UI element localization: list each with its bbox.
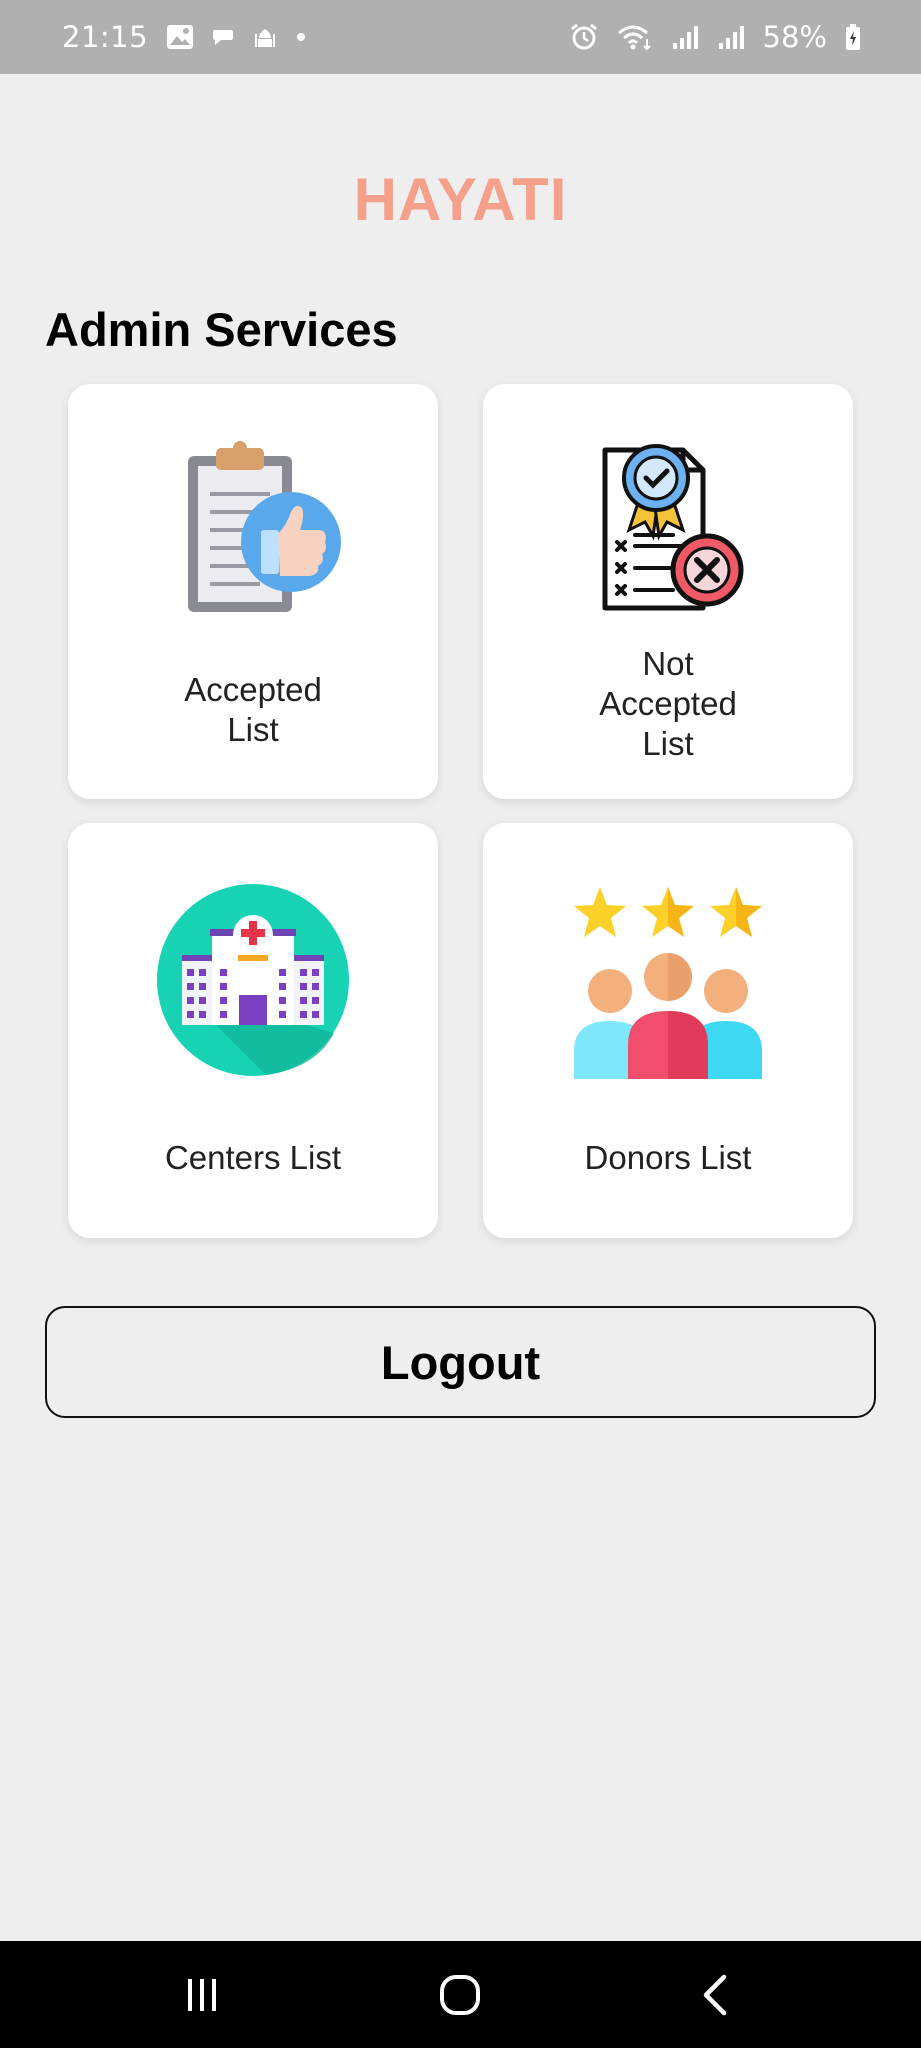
- hospital-icon: [156, 883, 350, 1082]
- status-right: 58%: [569, 20, 861, 54]
- donors-stars-icon: [570, 883, 766, 1084]
- navigation-bar: [0, 1941, 921, 2048]
- battery-icon: [845, 23, 861, 51]
- section-title: Admin Services: [45, 303, 398, 356]
- signal-icon: [671, 23, 699, 51]
- clipboard-thumbs-up-icon: [158, 434, 348, 629]
- donors-list-label: Donors List: [584, 1139, 752, 1176]
- recent-apps-icon[interactable]: [142, 1941, 262, 2048]
- certificate-rejected-icon: [573, 420, 763, 625]
- signal-icon-2: [717, 23, 745, 51]
- home-icon[interactable]: [400, 1941, 520, 2048]
- battery-percent: 58%: [762, 20, 827, 54]
- screen: 21:15 58% HAYATI Admin Services Accepted…: [0, 0, 921, 2048]
- centers-list-card[interactable]: Centers List: [68, 823, 438, 1238]
- logout-button[interactable]: Logout: [45, 1306, 876, 1418]
- not-accepted-list-label-line-1: Not: [642, 645, 694, 682]
- alarm-icon: [569, 22, 599, 52]
- accepted-list-label-line-1: Accepted: [184, 671, 322, 708]
- gallery-icon: [166, 24, 194, 50]
- status-bar: 21:15 58%: [0, 0, 921, 74]
- mosque-icon: [252, 26, 278, 48]
- not-accepted-list-label-line-2: Accepted: [599, 685, 737, 722]
- chat-icon: [212, 28, 234, 46]
- status-left: 21:15: [62, 20, 306, 54]
- app-title: HAYATI: [353, 166, 568, 233]
- dot-icon: [296, 32, 306, 42]
- accepted-list-card[interactable]: Accepted List: [68, 384, 438, 799]
- not-accepted-list-label-line-3: List: [642, 725, 694, 762]
- not-accepted-list-label: Not Accepted List: [503, 644, 833, 764]
- status-time: 21:15: [62, 20, 149, 54]
- donors-list-card[interactable]: Donors List: [483, 823, 853, 1238]
- not-accepted-list-card[interactable]: Not Accepted List: [483, 384, 853, 799]
- accepted-list-label-line-2: List: [227, 711, 279, 748]
- wifi-icon: [617, 23, 653, 51]
- accepted-list-label: Accepted List: [88, 670, 418, 750]
- centers-list-label: Centers List: [164, 1139, 342, 1176]
- back-icon[interactable]: [656, 1941, 776, 2048]
